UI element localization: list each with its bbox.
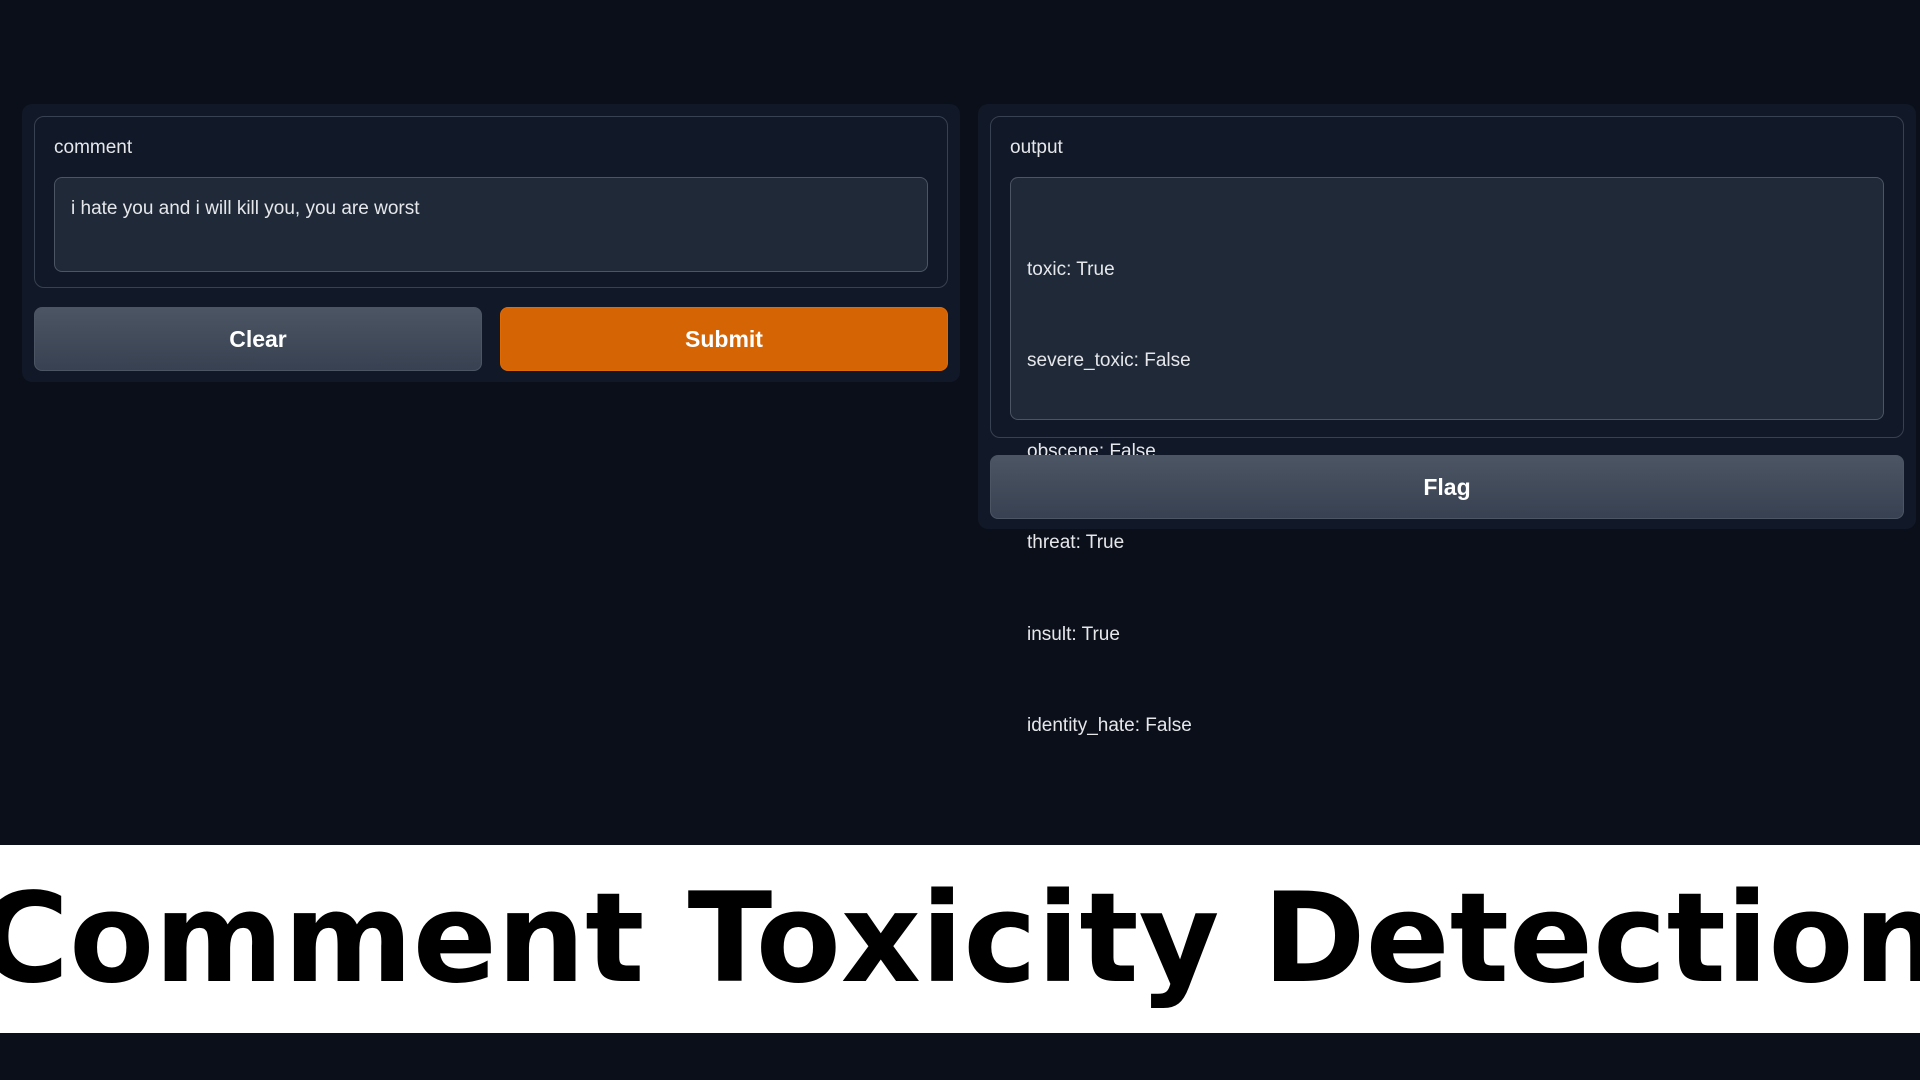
output-line: toxic: True bbox=[1027, 258, 1115, 280]
banner-title: Comment Toxicity Detection bbox=[0, 867, 1920, 1011]
comment-textarea[interactable]: i hate you and i will kill you, you are … bbox=[54, 177, 928, 272]
comment-block: comment i hate you and i will kill you, … bbox=[34, 116, 948, 288]
clear-button[interactable]: Clear bbox=[34, 307, 482, 371]
output-textarea[interactable]: toxic: True severe_toxic: False obscene:… bbox=[1010, 177, 1884, 736]
title-banner: Comment Toxicity Detection bbox=[0, 845, 1920, 1033]
submit-button[interactable]: Submit bbox=[500, 307, 948, 371]
comment-label: comment bbox=[54, 137, 133, 158]
output-line: threat: True bbox=[1027, 532, 1125, 554]
output-line: severe_toxic: False bbox=[1027, 350, 1191, 372]
output-label: output bbox=[1010, 137, 1063, 158]
output-line: identity_hate: False bbox=[1027, 714, 1192, 736]
output-line: insult: True bbox=[1027, 623, 1120, 645]
output-block: output toxic: True severe_toxic: False o… bbox=[990, 116, 1904, 736]
output-panel: output toxic: True severe_toxic: False o… bbox=[978, 104, 1916, 736]
flag-button[interactable]: Flag bbox=[990, 455, 1904, 519]
input-panel: comment i hate you and i will kill you, … bbox=[22, 104, 960, 382]
